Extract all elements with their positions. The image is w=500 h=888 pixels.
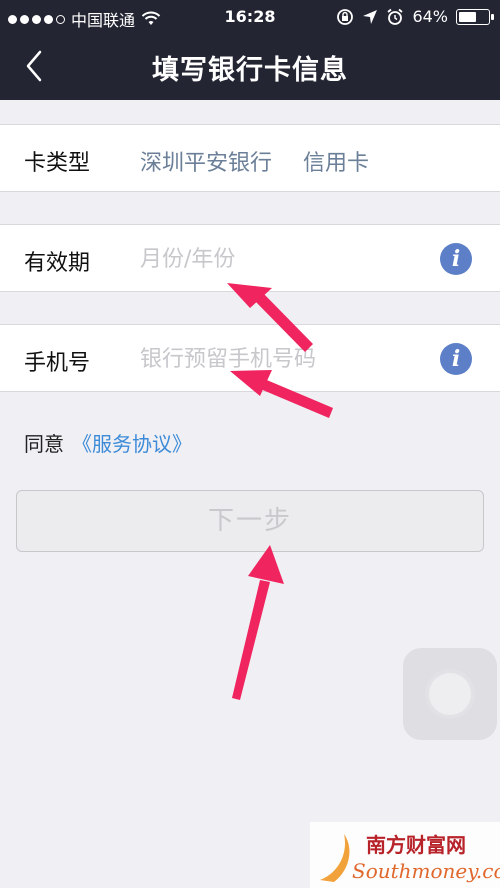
bank-name: 深圳平安银行	[140, 151, 273, 176]
agreement-line: 同意 《服务协议》	[24, 428, 192, 457]
svg-text:Southmoney.com: Southmoney.com	[352, 859, 500, 883]
assistive-touch-icon	[425, 669, 475, 719]
phone-row: 手机号 i	[0, 324, 500, 392]
card-type-value: 深圳平安银行 信用卡	[140, 145, 369, 177]
annotation-arrow-next	[232, 545, 284, 700]
phone-info-icon[interactable]: i	[440, 343, 472, 375]
watermark-logo: 南方财富网 Southmoney.com	[320, 833, 500, 883]
battery-icon	[456, 8, 494, 25]
location-arrow-icon	[363, 9, 378, 24]
next-step-button[interactable]: 下一步	[16, 490, 484, 552]
service-agreement-link[interactable]: 《服务协议》	[72, 432, 192, 456]
card-type-row: 卡类型 深圳平安银行 信用卡	[0, 124, 500, 192]
assistive-touch-button[interactable]	[403, 648, 497, 740]
phone-label: 手机号	[24, 351, 91, 376]
status-bar: 中国联通 16:28 64%	[0, 0, 500, 34]
battery-percent: 64%	[412, 7, 448, 26]
expiry-info-icon[interactable]: i	[440, 243, 472, 275]
expiry-input[interactable]	[140, 241, 410, 277]
phone-input[interactable]	[140, 341, 410, 377]
watermark: 南方财富网 Southmoney.com	[310, 822, 500, 888]
alarm-icon	[387, 8, 404, 25]
svg-text:南方财富网: 南方财富网	[366, 833, 466, 857]
expiry-label: 有效期	[24, 251, 91, 276]
card-type-label: 卡类型	[24, 151, 91, 176]
agreement-prefix: 同意	[24, 432, 64, 456]
top-bar: 中国联通 16:28 64% 填写银行卡信息	[0, 0, 500, 100]
expiry-row: 有效期 i	[0, 224, 500, 292]
card-kind: 信用卡	[303, 151, 370, 176]
nav-bar: 填写银行卡信息	[0, 34, 500, 100]
page-title: 填写银行卡信息	[152, 55, 348, 86]
battery-fill	[459, 11, 476, 22]
rotation-lock-icon	[337, 8, 354, 25]
status-right: 64%	[336, 7, 494, 26]
